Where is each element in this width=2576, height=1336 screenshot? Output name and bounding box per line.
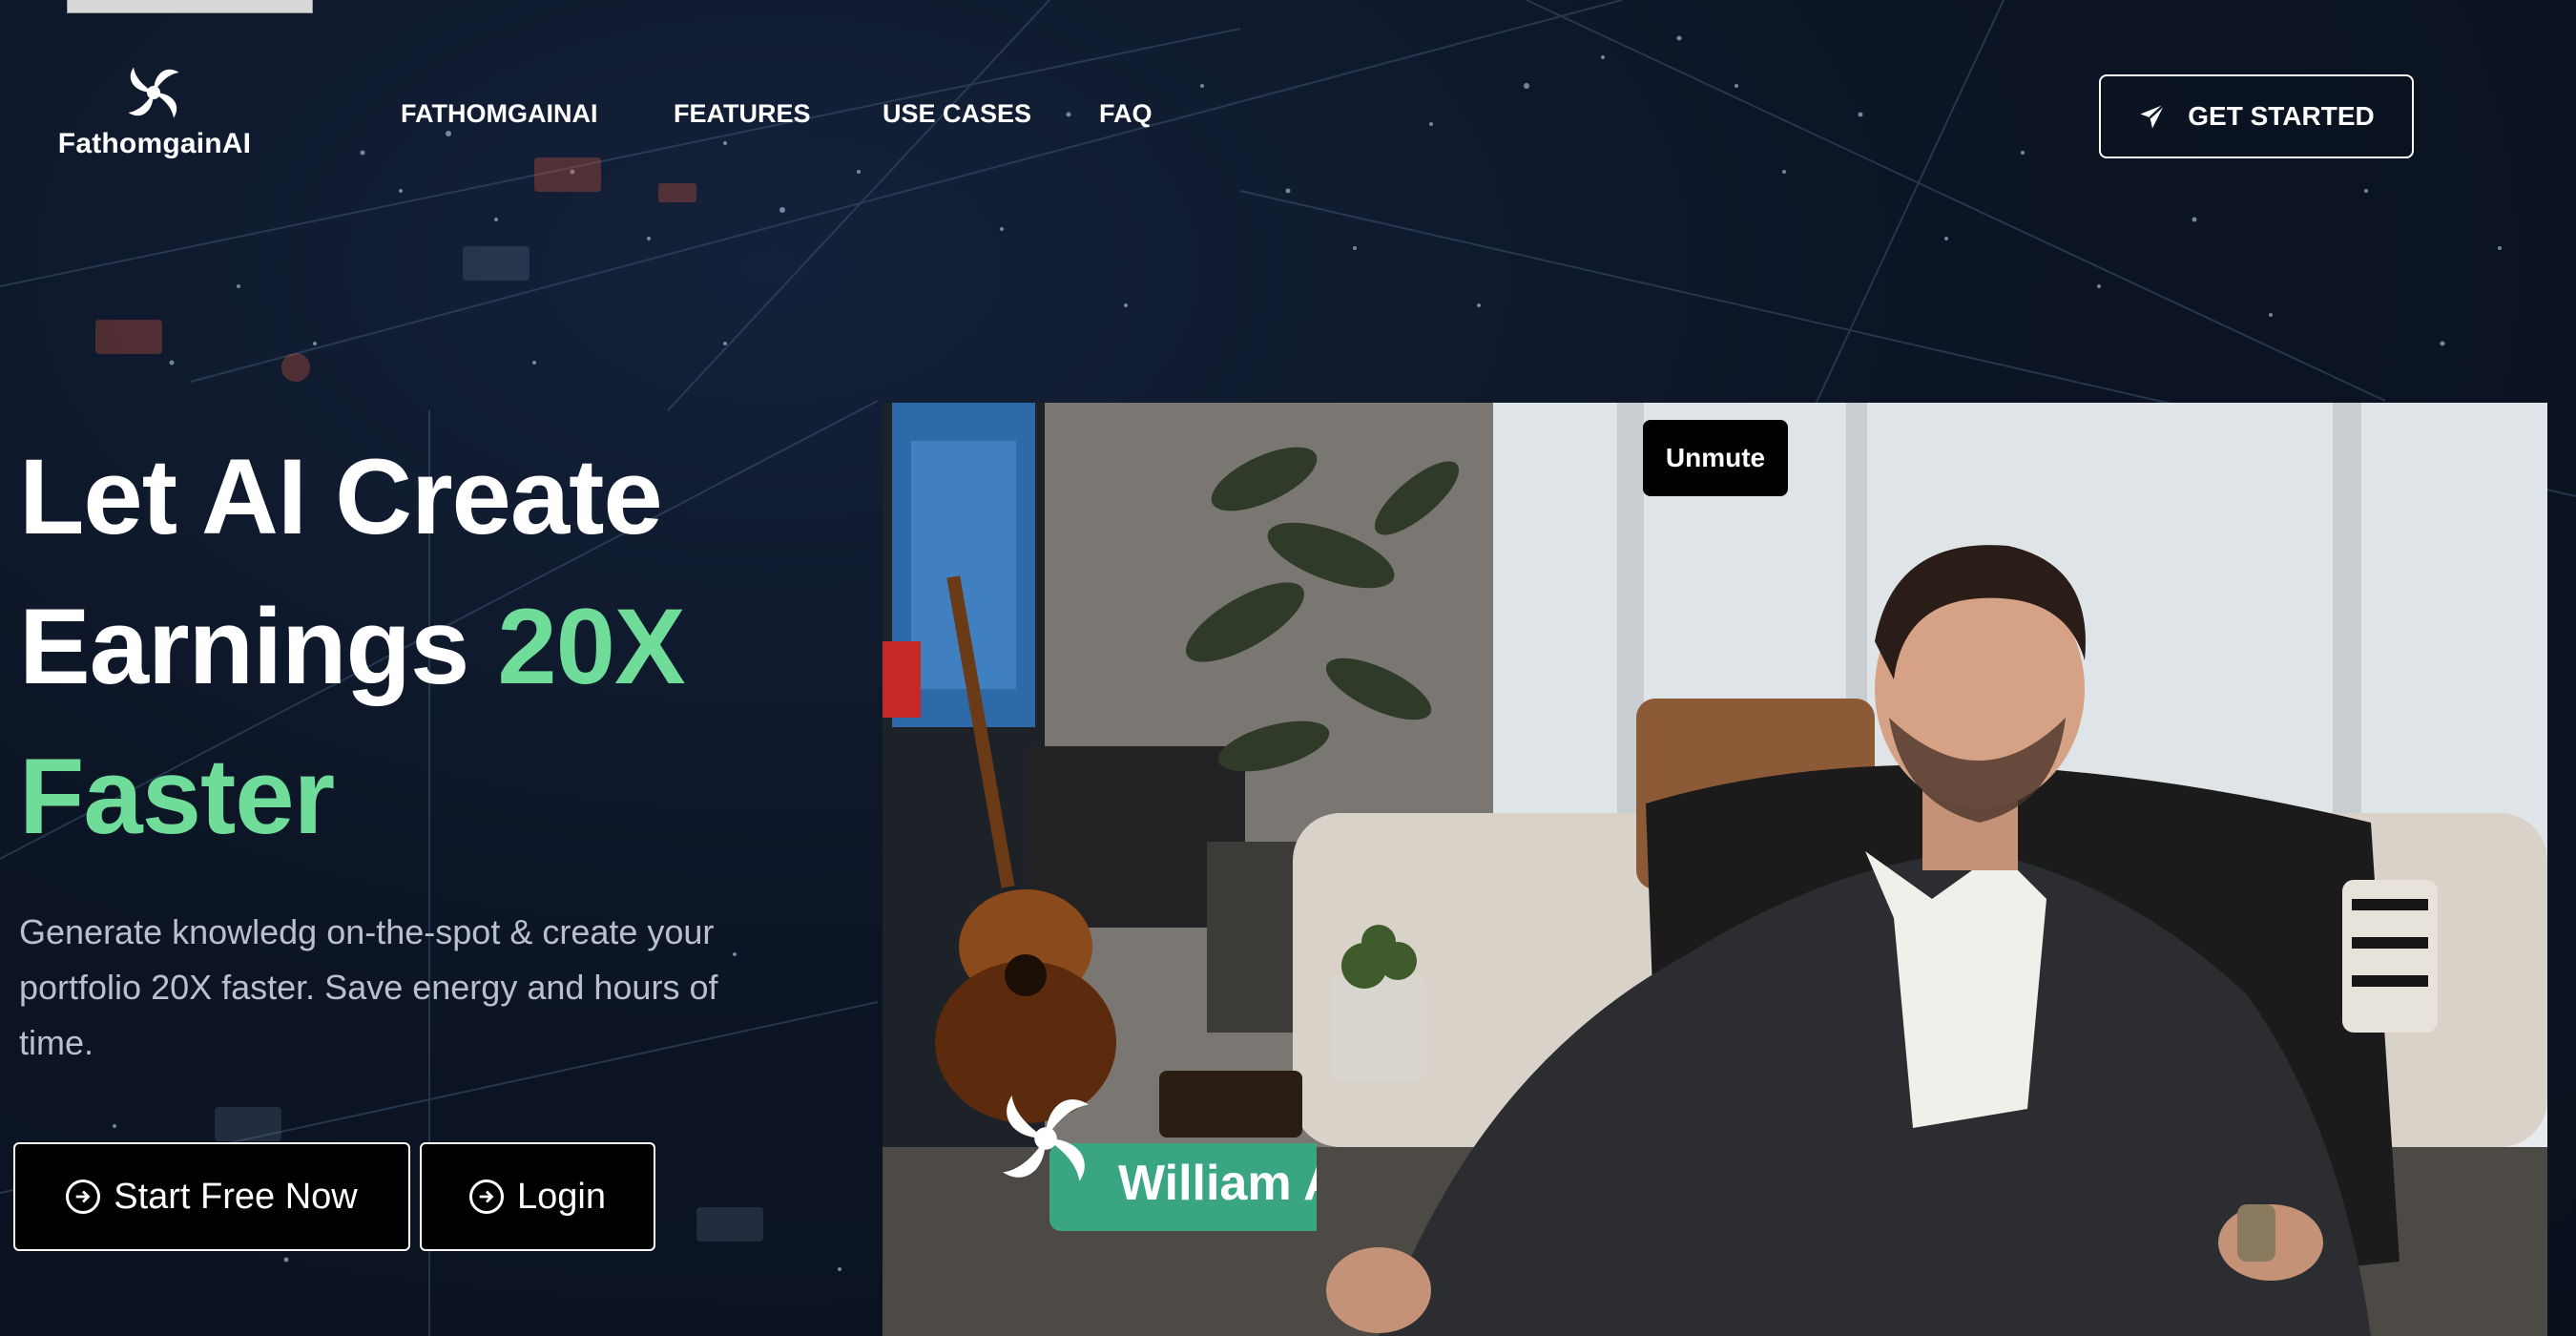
start-free-now-button[interactable]: Start Free Now [13, 1142, 410, 1251]
hero-title-line2: Earnings [19, 587, 498, 706]
hero-title-line1: Let AI Create [19, 437, 663, 556]
browser-status-tooltip [67, 0, 313, 13]
arrow-circle-right-icon [469, 1179, 504, 1214]
brand-name: FathomgainAI [57, 128, 252, 159]
send-paper-plane-icon [2140, 103, 2166, 129]
hero-headline: Let AI Create Earnings 20X Faster [19, 422, 878, 871]
nav-item-use-cases[interactable]: USE CASES [883, 99, 1031, 129]
promo-video[interactable]: Unmute William A [883, 403, 2547, 1336]
pinwheel-logo-icon [1003, 1096, 1089, 1181]
pinwheel-logo-icon [128, 67, 179, 118]
hero-title-line3: Faster [19, 737, 335, 856]
nav-item-features[interactable]: FEATURES [674, 99, 811, 129]
get-started-label: GET STARTED [2188, 101, 2375, 131]
arrow-circle-right-icon [66, 1179, 101, 1214]
nav-item-faq[interactable]: FAQ [1099, 99, 1153, 129]
login-label: Login [517, 1176, 606, 1217]
nav-item-fathomgainai[interactable]: FATHOMGAINAI [401, 99, 597, 129]
hero-title-accent: 20X [497, 587, 685, 706]
start-free-now-label: Start Free Now [114, 1176, 358, 1217]
hero-subtitle: Generate knowledg on-the-spot & create y… [19, 912, 718, 1062]
speaker-name: William A [1118, 1156, 1317, 1211]
login-button[interactable]: Login [420, 1142, 655, 1251]
brand-logo[interactable]: FathomgainAI [50, 57, 260, 164]
unmute-button[interactable]: Unmute [1643, 420, 1788, 496]
get-started-button[interactable]: GET STARTED [2099, 74, 2414, 158]
